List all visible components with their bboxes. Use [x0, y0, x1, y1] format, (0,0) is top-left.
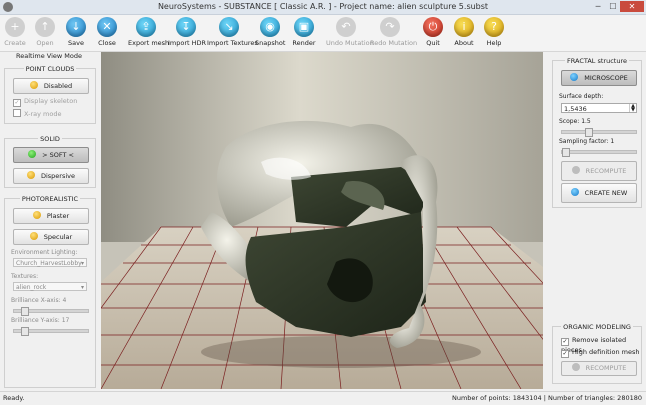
sampling-factor-slider[interactable]	[561, 148, 637, 157]
plaster-button[interactable]: Plaster	[13, 208, 89, 224]
render-button[interactable]: ▣ Render	[291, 17, 317, 49]
point-clouds-title: POINT CLOUDS	[23, 65, 77, 73]
import-hdr-button[interactable]: ↧ Import HDR	[168, 17, 206, 49]
help-icon: ?	[484, 17, 504, 37]
plus-icon: +	[5, 17, 25, 37]
environment-lighting-label: Environment Lighting:	[11, 249, 78, 256]
display-skeleton-checkbox[interactable]: ✓ Display skeleton	[13, 97, 77, 107]
blue-led-icon	[570, 73, 579, 81]
info-icon: i	[454, 17, 474, 37]
snapshot-button[interactable]: ◉ Snapshot	[255, 17, 285, 49]
disabled-button[interactable]: Disabled	[13, 78, 89, 94]
import-hdr-icon: ↧	[176, 17, 196, 37]
sculpture-shadow	[201, 336, 481, 368]
solid-title: SOLID	[38, 135, 62, 143]
window-close-button[interactable]: ✕	[620, 1, 644, 12]
chevron-down-icon: ▾	[80, 260, 84, 267]
right-panel: FRACTAL structure MICROSCOPE Surface dep…	[548, 52, 646, 389]
undo-mutation-button[interactable]: ↶ Undo Mutation	[326, 17, 374, 49]
slider-thumb[interactable]	[21, 327, 29, 336]
fractal-structure-title: FRACTAL structure	[565, 57, 629, 65]
import-textures-button[interactable]: ↘ Import Textures	[207, 17, 258, 49]
photorealistic-group: PHOTOREALISTIC Plaster Specular Environm…	[4, 195, 96, 388]
textures-select[interactable]: alien_rock ▾	[13, 282, 87, 291]
title-bar: NeuroSystems - SUBSTANCE [ Classic A.R. …	[0, 0, 646, 15]
save-icon: ↓	[66, 17, 86, 37]
render-icon: ▣	[294, 17, 314, 37]
yellow-led-icon	[32, 211, 41, 219]
organic-modeling-title: ORGANIC MODELING	[561, 323, 633, 331]
blue-led-icon	[570, 188, 579, 196]
realtime-view-mode-header: Realtime View Mode	[16, 52, 82, 60]
checkbox-checked-icon: ✓	[13, 99, 21, 107]
grey-led-icon	[571, 363, 580, 371]
recompute-organic-button[interactable]: RECOMPUTE	[561, 361, 637, 376]
left-panel: Realtime View Mode POINT CLOUDS Disabled…	[0, 52, 98, 389]
brilliance-y-slider[interactable]	[13, 327, 89, 336]
textures-label: Textures:	[11, 273, 39, 280]
export-icon: ⇪	[136, 17, 156, 37]
surface-depth-label: Surface depth:	[559, 93, 604, 100]
quit-button[interactable]: ⏻ Quit	[421, 17, 445, 49]
slider-thumb[interactable]	[21, 307, 29, 316]
redo-icon: ↷	[380, 17, 400, 37]
environment-lighting-select[interactable]: Church_HarvestLobby ▾	[13, 258, 87, 267]
sampling-factor-label: Sampling factor: 1	[559, 138, 615, 145]
window-title: NeuroSystems - SUBSTANCE [ Classic A.R. …	[157, 2, 489, 11]
slider-thumb[interactable]	[562, 148, 570, 157]
scope-label: Scope: 1.5	[559, 118, 591, 125]
export-mesh-button[interactable]: ⇪ Export mesh	[128, 17, 169, 49]
xray-mode-checkbox[interactable]: X-ray mode	[13, 109, 61, 118]
status-ready: Ready.	[3, 394, 25, 402]
checkbox-checked-icon: ✓	[561, 350, 569, 358]
yellow-led-icon	[29, 232, 38, 240]
green-led-icon	[28, 150, 37, 158]
dispersive-button[interactable]: Dispersive	[13, 168, 89, 184]
brilliance-y-label: Brilliance Y-axis: 17	[11, 317, 70, 324]
redo-mutation-button[interactable]: ↷ Redo Mutation	[370, 17, 417, 49]
slider-thumb[interactable]	[585, 128, 593, 137]
minimize-button[interactable]: ─	[591, 1, 605, 12]
about-button[interactable]: i About	[452, 17, 476, 49]
brilliance-x-slider[interactable]	[13, 307, 89, 316]
soft-button[interactable]: > SOFT <	[13, 147, 89, 163]
chevron-down-icon: ▾	[80, 284, 84, 291]
render-viewport[interactable]	[101, 52, 543, 389]
power-icon: ⏻	[423, 17, 443, 37]
scope-slider[interactable]	[561, 128, 637, 137]
close-button[interactable]: ✕ Close	[94, 17, 120, 49]
spinner-arrows-icon[interactable]: ▲ ▼	[629, 104, 636, 113]
yellow-led-icon	[29, 81, 38, 89]
specular-button[interactable]: Specular	[13, 229, 89, 245]
close-icon: ✕	[97, 17, 117, 37]
surface-depth-input[interactable]: 1,5436 ▲ ▼	[561, 103, 637, 113]
save-button[interactable]: ↓ Save	[63, 17, 89, 49]
undo-icon: ↶	[336, 17, 356, 37]
help-button[interactable]: ? Help	[482, 17, 506, 49]
brilliance-x-label: Brilliance X-axis: 4	[11, 297, 67, 304]
yellow-led-icon	[26, 171, 35, 179]
grey-led-icon	[571, 166, 580, 174]
fractal-structure-group: FRACTAL structure MICROSCOPE Surface dep…	[552, 57, 642, 208]
main-toolbar: + Create ↑ Open ↓ Save ✕ Close ⇪ Export …	[0, 15, 646, 52]
import-textures-icon: ↘	[219, 17, 239, 37]
open-button[interactable]: ↑ Open	[32, 17, 58, 49]
microscope-button[interactable]: MICROSCOPE	[561, 70, 637, 86]
recompute-fractal-button[interactable]: RECOMPUTE	[561, 161, 637, 181]
solid-group: SOLID > SOFT < Dispersive	[4, 135, 96, 188]
create-new-button[interactable]: CREATE NEW	[561, 183, 637, 203]
maximize-button[interactable]: ☐	[606, 1, 620, 12]
photorealistic-title: PHOTOREALISTIC	[19, 195, 81, 203]
organic-modeling-group: ORGANIC MODELING ✓ Remove isolated pieces…	[552, 323, 642, 384]
status-bar: Ready. Number of points: 1843104 | Numbe…	[0, 391, 646, 405]
folder-open-icon: ↑	[35, 17, 55, 37]
mesh-stats: Number of points: 1843104 | Number of tr…	[451, 394, 642, 402]
high-definition-checkbox[interactable]: ✓ High definition mesh	[561, 348, 640, 358]
camera-icon: ◉	[260, 17, 280, 37]
checkbox-checked-icon: ✓	[561, 338, 569, 346]
create-button[interactable]: + Create	[2, 17, 28, 49]
scene-render	[101, 52, 543, 389]
checkbox-icon	[13, 109, 21, 117]
point-clouds-group: POINT CLOUDS Disabled ✓ Display skeleton …	[4, 65, 96, 124]
